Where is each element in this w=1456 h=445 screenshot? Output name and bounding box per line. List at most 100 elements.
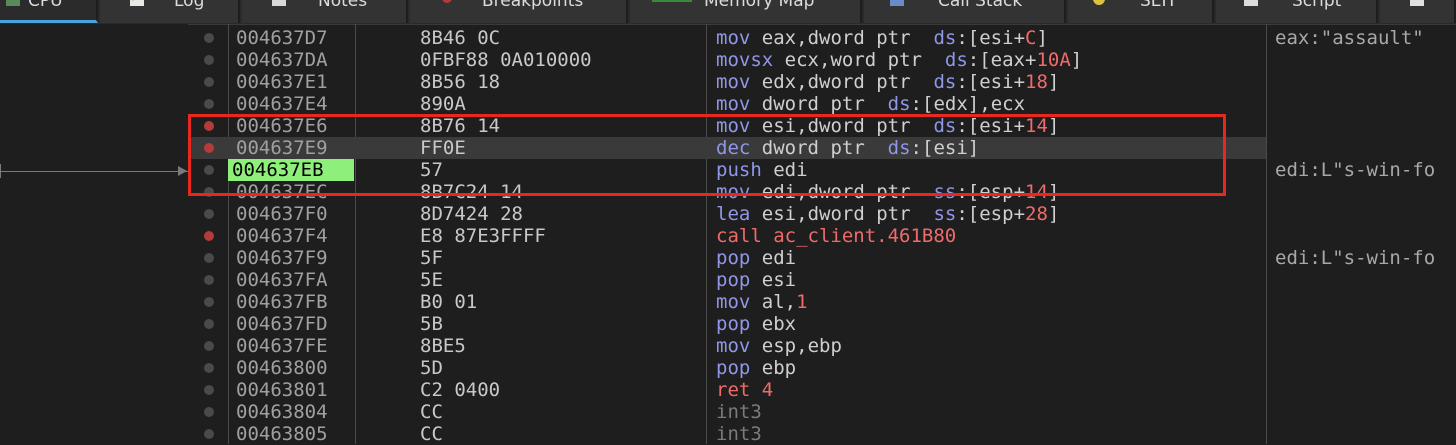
memory-map-icon [652, 0, 692, 8]
mnemonic: mov [716, 93, 751, 115]
instruction-cell[interactable]: mov esp,ebp [716, 335, 842, 357]
mnemonic: mov [716, 335, 751, 357]
mnemonic: pop [716, 357, 751, 379]
disassembly-row[interactable]: 00463804 CC int3 [190, 401, 1266, 423]
instruction-cell[interactable]: int3 [716, 423, 762, 445]
breakpoint-slot-icon[interactable] [204, 55, 214, 65]
address-cell[interactable]: 004637F0 [232, 203, 332, 225]
address-cell[interactable]: 004637F4 [232, 225, 332, 247]
bytes-cell[interactable]: 5F [420, 247, 443, 269]
address-cell[interactable]: 004637FE [232, 335, 332, 357]
tab-notes[interactable]: Notes [242, 0, 408, 23]
disassembly-row[interactable]: 004637F4 E8 87E3FFFF call ac_client.461B80 [190, 225, 1266, 247]
tab-label: Memory Map [704, 0, 815, 11]
bytes-cell[interactable]: E8 87E3FFFF [420, 225, 546, 247]
address-cell[interactable]: 00463800 [232, 357, 332, 379]
tab-breakpoints[interactable]: Breakpoints [410, 0, 628, 23]
mnemonic: ret [716, 379, 751, 401]
bytes-cell[interactable]: C2 0400 [420, 379, 500, 401]
breakpoint-slot-icon[interactable] [204, 77, 214, 87]
address-cell[interactable]: 00463801 [232, 379, 332, 401]
breakpoint-slot-icon[interactable] [204, 275, 214, 285]
bytes-cell[interactable]: CC [420, 423, 443, 445]
disassembly-row[interactable]: 004637FD 5B pop ebx [190, 313, 1266, 335]
address-cell[interactable]: 004637FD [232, 313, 332, 335]
address-cell[interactable]: 004637E1 [232, 71, 332, 93]
tab-log[interactable]: Log [100, 0, 240, 23]
tab-script[interactable]: Script [1216, 0, 1378, 23]
address-cell[interactable]: 004637E4 [232, 93, 332, 115]
breakpoint-slot-icon[interactable] [204, 319, 214, 329]
disassembly-row[interactable]: 004637FA 5E pop esi [190, 269, 1266, 291]
tab-cpu[interactable]: CPU [0, 0, 98, 23]
instruction-cell[interactable]: movsx ecx,word ptr ds:[eax+10A] [716, 49, 1082, 71]
instruction-cell[interactable]: pop ebx [716, 313, 796, 335]
bytes-cell[interactable]: 890A [420, 93, 466, 115]
address-cell[interactable]: 004637F9 [232, 247, 332, 269]
bytes-cell[interactable]: 8BE5 [420, 335, 466, 357]
disassembly-row[interactable]: 004637E1 8B56 18 mov edx,dword ptr ds:[esi… [190, 71, 1266, 93]
breakpoint-slot-icon[interactable] [204, 99, 214, 109]
tab-memory-map[interactable]: Memory Map [630, 0, 862, 23]
address-cell[interactable]: 004637DA [232, 49, 332, 71]
instruction-cell[interactable]: mov dword ptr ds:[edx],ecx [716, 93, 1025, 115]
bytes-cell[interactable]: 5D [420, 357, 443, 379]
disassembly-row[interactable]: 004637FB B0 01 mov al,1 [190, 291, 1266, 313]
disassembly-row[interactable]: 004637D7 8B46 0C mov eax,dword ptr ds:[esi… [190, 27, 1424, 49]
breakpoint-slot-icon[interactable] [204, 385, 214, 395]
disassembly-row[interactable]: 00463801 C2 0400 ret 4 [190, 379, 1266, 401]
bytes-cell[interactable]: 5E [420, 269, 443, 291]
bytes-cell[interactable]: 5B [420, 313, 443, 335]
bytes-cell[interactable]: B0 01 [420, 291, 477, 313]
instruction-cell[interactable]: mov edx,dword ptr ds:[esi+18] [716, 71, 1059, 93]
mnemonic: int3 [716, 401, 762, 423]
address-cell[interactable]: 004637FA [232, 269, 332, 291]
instruction-cell[interactable]: int3 [716, 401, 762, 423]
comment-cell[interactable]: eax:"assault" [1275, 27, 1424, 49]
column-divider[interactable] [1266, 24, 1267, 444]
disassembly-row[interactable]: 004637F9 5F pop edi edi:L"s-win-fo [190, 247, 1435, 269]
breakpoint-slot-icon[interactable] [204, 253, 214, 263]
breakpoint-slot-icon[interactable] [204, 363, 214, 373]
mnemonic: mov [716, 27, 751, 49]
breakpoint-slot-icon[interactable] [204, 407, 214, 417]
instruction-cell[interactable]: mov eax,dword ptr ds:[esi+C] [716, 27, 1048, 49]
disassembly-row[interactable]: 004637FE 8BE5 mov esp,ebp [190, 335, 1266, 357]
tab-seh[interactable]: SEH [1068, 0, 1214, 23]
breakpoint-slot-icon[interactable] [204, 209, 214, 219]
address-cell[interactable]: 00463805 [232, 423, 332, 445]
instruction-cell[interactable]: pop edi [716, 247, 796, 269]
mnemonic: movsx [716, 49, 774, 71]
address-cell[interactable]: 004637FB [232, 291, 332, 313]
disassembly-row[interactable]: 004637DA 0FBF88 0A010000 movsx ecx,word pt… [190, 49, 1266, 71]
address-cell[interactable]: 00463804 [232, 401, 332, 423]
breakpoint-active-icon[interactable] [204, 231, 214, 241]
disassembly-row[interactable]: 00463805 CC int3 [190, 423, 1266, 445]
bytes-cell[interactable]: 8B46 0C [420, 27, 500, 49]
breakpoint-slot-icon[interactable] [204, 33, 214, 43]
tab-overflow[interactable] [1380, 0, 1456, 23]
disassembly-row[interactable]: 004637F0 8D7424 28 lea esi,dword ptr ss:[e… [190, 203, 1266, 225]
instruction-cell[interactable]: mov al,1 [716, 291, 808, 313]
breakpoint-slot-icon[interactable] [204, 341, 214, 351]
breakpoint-slot-icon[interactable] [204, 429, 214, 439]
bytes-cell[interactable]: 8B56 18 [420, 71, 500, 93]
address-cell[interactable]: 004637D7 [232, 27, 332, 49]
instruction-cell[interactable]: pop ebp [716, 357, 796, 379]
bytes-cell[interactable]: 8D7424 28 [420, 203, 523, 225]
instruction-cell[interactable]: call ac_client.461B80 [716, 225, 956, 247]
tab-call-stack[interactable]: Call Stack [864, 0, 1066, 23]
disassembly-row[interactable]: 00463800 5D pop ebp [190, 357, 1266, 379]
instruction-cell[interactable]: ret 4 [716, 379, 773, 401]
mnemonic: mov [716, 71, 751, 93]
breakpoint-slot-icon[interactable] [204, 297, 214, 307]
comment-cell[interactable]: edi:L"s-win-fo [1275, 159, 1435, 181]
bytes-cell[interactable]: CC [420, 401, 443, 423]
jump-arrow-line [0, 171, 190, 172]
instruction-cell[interactable]: pop esi [716, 269, 796, 291]
bytes-cell[interactable]: 0FBF88 0A010000 [420, 49, 592, 71]
notes-icon [270, 0, 288, 8]
comment-cell[interactable]: edi:L"s-win-fo [1275, 247, 1435, 269]
instruction-cell[interactable]: lea esi,dword ptr ss:[esp+28] [716, 203, 1059, 225]
disassembly-row[interactable]: 004637E4 890A mov dword ptr ds:[edx],ecx [190, 93, 1266, 115]
